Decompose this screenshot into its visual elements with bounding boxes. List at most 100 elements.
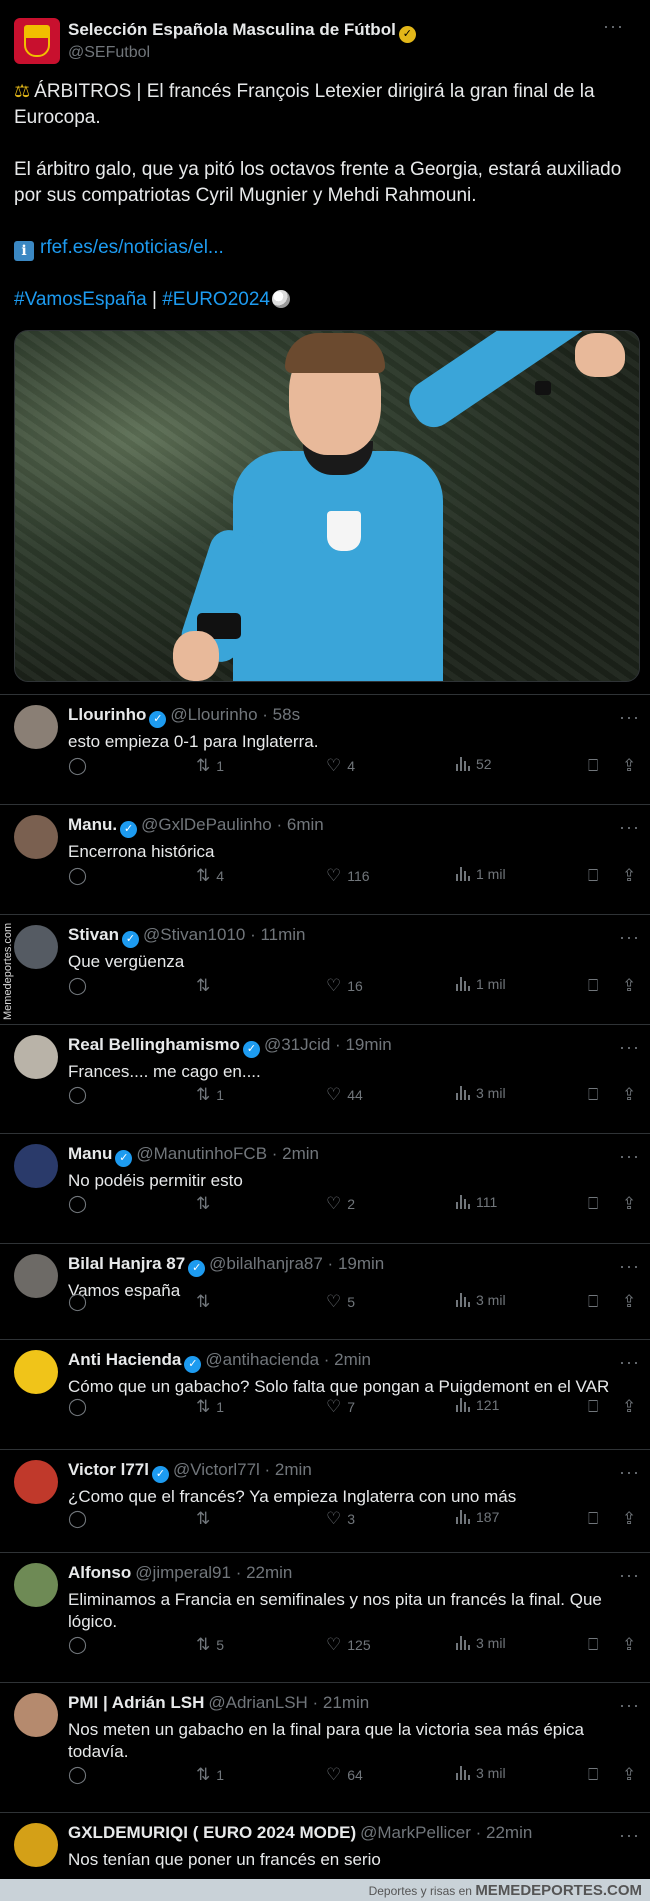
reply-tweet[interactable]: PMI | Adrián LSH @AdrianLSH · 21min ··· Nos… xyxy=(0,1682,650,1812)
reply-handle-time[interactable]: @Llourinho · 58s xyxy=(170,705,300,724)
like-button[interactable]: ♡ 3 xyxy=(326,1509,355,1529)
bookmark-button[interactable]: ⎕ xyxy=(588,1635,598,1655)
avatar[interactable] xyxy=(14,1035,58,1079)
bookmark-button[interactable]: ⎕ xyxy=(588,1765,598,1785)
share-button[interactable]: ⇪ xyxy=(622,866,636,886)
reply-author-name[interactable]: Anti Hacienda xyxy=(68,1350,181,1369)
avatar[interactable] xyxy=(14,1693,58,1737)
bookmark-button[interactable]: ⎕ xyxy=(588,1292,598,1312)
retweet-button[interactable]: ⇅ 5 xyxy=(196,1635,224,1655)
reply-handle-time[interactable]: @bilalhanjra87 · 19min xyxy=(209,1254,384,1273)
reply-tweet[interactable]: Stivan ✓ @Stivan1010 · 11min ··· Que vergüen… xyxy=(0,914,650,1024)
like-button[interactable]: ♡ 16 xyxy=(326,976,363,996)
more-options-icon[interactable]: ··· xyxy=(619,1565,640,1586)
reply-handle-time[interactable]: @AdrianLSH · 21min xyxy=(208,1693,369,1712)
reply-author-name-suffix[interactable]: ( EURO 2024 MODE) xyxy=(193,1823,356,1842)
avatar[interactable] xyxy=(14,1144,58,1188)
views-button[interactable]: 3 mil xyxy=(456,1765,506,1781)
reply-button[interactable]: ◯ xyxy=(68,1085,87,1105)
author-handle[interactable]: @SEFutbol xyxy=(68,44,150,62)
reply-handle-time[interactable]: @antihacienda · 2min xyxy=(205,1350,371,1369)
reply-author-name[interactable]: Victor l77l xyxy=(68,1460,149,1479)
retweet-button[interactable]: ⇅ xyxy=(196,1292,216,1312)
reply-handle-time[interactable]: @31Jcid · 19min xyxy=(264,1035,392,1054)
reply-button[interactable]: ◯ xyxy=(68,756,87,776)
like-button[interactable]: ♡ 125 xyxy=(326,1635,371,1655)
share-button[interactable]: ⇪ xyxy=(622,1765,636,1785)
retweet-button[interactable]: ⇅ 4 xyxy=(196,866,224,886)
reply-tweet[interactable]: Real Bellinghamismo ✓ @31Jcid · 19min ··· Fr… xyxy=(0,1024,650,1133)
avatar[interactable] xyxy=(14,1350,58,1394)
bookmark-button[interactable]: ⎕ xyxy=(588,1397,598,1417)
avatar[interactable] xyxy=(14,1460,58,1504)
retweet-button[interactable]: ⇅ xyxy=(196,1194,216,1214)
reply-tweet[interactable]: Anti Hacienda ✓ @antihacienda · 2min ··· Cóm… xyxy=(0,1339,650,1449)
reply-button[interactable]: ◯ xyxy=(68,1292,87,1312)
reply-handle-time[interactable]: @MarkPellicer · 22min xyxy=(360,1823,532,1842)
retweet-button[interactable]: ⇅ 1 xyxy=(196,1085,224,1105)
avatar[interactable] xyxy=(14,815,58,859)
views-button[interactable]: 52 xyxy=(456,756,492,772)
reply-button[interactable]: ◯ xyxy=(68,1765,87,1785)
reply-author-name[interactable]: Alfonso xyxy=(68,1563,131,1582)
like-button[interactable]: ♡ 2 xyxy=(326,1194,355,1214)
reply-button[interactable]: ◯ xyxy=(68,1397,87,1417)
like-button[interactable]: ♡ 64 xyxy=(326,1765,363,1785)
bookmark-button[interactable]: ⎕ xyxy=(588,756,598,776)
bookmark-button[interactable]: ⎕ xyxy=(588,1085,598,1105)
retweet-button[interactable]: ⇅ xyxy=(196,976,216,996)
more-options-icon[interactable]: ··· xyxy=(619,1352,640,1373)
reply-handle-time[interactable]: @Victorl77l · 2min xyxy=(173,1460,312,1479)
avatar[interactable] xyxy=(14,18,60,64)
reply-author-name[interactable]: PMI | Adrián LSH xyxy=(68,1693,204,1712)
share-button[interactable]: ⇪ xyxy=(622,1635,636,1655)
more-options-icon[interactable]: ··· xyxy=(619,1695,640,1716)
reply-handle-time[interactable]: @jimperal91 · 22min xyxy=(135,1563,292,1582)
avatar[interactable] xyxy=(14,1563,58,1607)
avatar[interactable] xyxy=(14,1823,58,1867)
more-options-icon[interactable]: ··· xyxy=(619,1146,640,1167)
hashtag-euro2024[interactable]: #EURO2024 xyxy=(162,289,270,310)
like-button[interactable]: ♡ 116 xyxy=(326,866,370,886)
avatar[interactable] xyxy=(14,705,58,749)
more-options-icon[interactable]: ··· xyxy=(619,927,640,948)
more-options-icon[interactable]: ··· xyxy=(619,1825,640,1846)
more-options-icon[interactable]: ··· xyxy=(603,16,624,37)
reply-button[interactable]: ◯ xyxy=(68,1635,87,1655)
more-options-icon[interactable]: ··· xyxy=(619,1256,640,1277)
retweet-button[interactable]: ⇅ 1 xyxy=(196,1397,224,1417)
views-button[interactable]: 3 mil xyxy=(456,1085,506,1101)
share-button[interactable]: ⇪ xyxy=(622,1085,636,1105)
reply-author-name[interactable]: Stivan xyxy=(68,925,119,944)
share-button[interactable]: ⇪ xyxy=(622,1397,636,1417)
bookmark-button[interactable]: ⎕ xyxy=(588,1194,598,1214)
reply-author-name[interactable]: Manu xyxy=(68,1144,112,1163)
hashtag-vamosespana[interactable]: #VamosEspaña xyxy=(14,289,147,310)
reply-handle-time[interactable]: @Stivan1010 · 11min xyxy=(143,925,305,944)
more-options-icon[interactable]: ··· xyxy=(619,707,640,728)
tweet-photo-referee[interactable] xyxy=(14,330,640,682)
avatar[interactable] xyxy=(14,1254,58,1298)
reply-button[interactable]: ◯ xyxy=(68,976,87,996)
reply-handle-time[interactable]: @GxlDePaulinho · 6min xyxy=(141,815,324,834)
author-name[interactable]: Selección Española Masculina de Fútbol ✓ xyxy=(68,20,416,43)
share-button[interactable]: ⇪ xyxy=(622,976,636,996)
reply-handle-time[interactable]: @ManutinhoFCB · 2min xyxy=(136,1144,319,1163)
reply-tweet[interactable]: Alfonso @jimperal91 · 22min ··· Eliminamos … xyxy=(0,1552,650,1682)
reply-author-name[interactable]: GXLDEMURIQI xyxy=(68,1823,188,1842)
reply-tweet[interactable]: Manu ✓ @ManutinhoFCB · 2min ··· No podéis pe… xyxy=(0,1133,650,1243)
views-button[interactable]: 111 xyxy=(456,1194,497,1210)
more-options-icon[interactable]: ··· xyxy=(619,1037,640,1058)
reply-author-name[interactable]: Real Bellinghamismo xyxy=(68,1035,240,1054)
reply-author-name[interactable]: Bilal Hanjra 87 xyxy=(68,1254,185,1273)
bookmark-button[interactable]: ⎕ xyxy=(588,1509,598,1529)
reply-button[interactable]: ◯ xyxy=(68,1194,87,1214)
bookmark-button[interactable]: ⎕ xyxy=(588,866,598,886)
like-button[interactable]: ♡ 4 xyxy=(326,756,355,776)
like-button[interactable]: ♡ 5 xyxy=(326,1292,355,1312)
share-button[interactable]: ⇪ xyxy=(622,1292,636,1312)
avatar[interactable] xyxy=(14,925,58,969)
views-button[interactable]: 3 mil xyxy=(456,1292,506,1308)
like-button[interactable]: ♡ 7 xyxy=(326,1397,355,1417)
more-options-icon[interactable]: ··· xyxy=(619,817,640,838)
